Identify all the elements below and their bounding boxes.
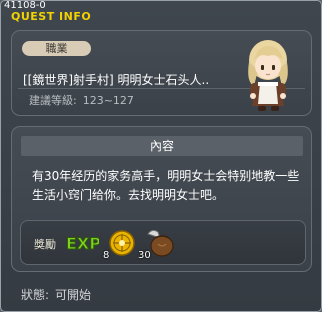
quest-description: 有30年经历的家务高手，明明女士会特别地教一些生活小窍门给你。去找明明女士吧。 bbox=[32, 169, 300, 202]
exp-text: EXP bbox=[66, 234, 99, 253]
recommended-level: 建議等級: 123~127 bbox=[29, 92, 140, 108]
gold-coin-icon[interactable] bbox=[107, 228, 137, 258]
gold-count: 8 bbox=[103, 250, 110, 261]
npc-portrait bbox=[248, 40, 288, 111]
job-tag: 職業 bbox=[22, 41, 91, 56]
exp-icon: EXP bbox=[66, 234, 100, 254]
window-title: QUEST INFO bbox=[11, 10, 92, 23]
status-label: 狀態: bbox=[21, 288, 50, 302]
quest-summary-panel: 職業 [[鏡世界]射手村] 明明女士石头人.. 建議等級: 123~127 bbox=[11, 30, 312, 116]
level-label: 建議等級: bbox=[29, 94, 77, 107]
quest-name: [[鏡世界]射手村] 明明女士石头人.. bbox=[23, 73, 210, 87]
quest-info-window: 41108-0 QUEST INFO 職業 [[鏡世界]射手村] 明明女士石头人… bbox=[0, 0, 322, 312]
level-range: 123~127 bbox=[82, 94, 134, 107]
quest-status: 狀態: 可開始 bbox=[21, 286, 97, 303]
content-header: 內容 bbox=[21, 136, 303, 156]
reward-box: 獎勵 EXP 8 30 bbox=[20, 220, 306, 265]
quest-content-panel: 內容 有30年经历的家务高手，明明女士会特别地教一些生活小窍门给你。去找明明女士… bbox=[11, 126, 312, 272]
pouch-count: 30 bbox=[138, 250, 151, 261]
reward-label: 獎勵 bbox=[34, 238, 56, 251]
status-value: 可開始 bbox=[55, 288, 92, 302]
